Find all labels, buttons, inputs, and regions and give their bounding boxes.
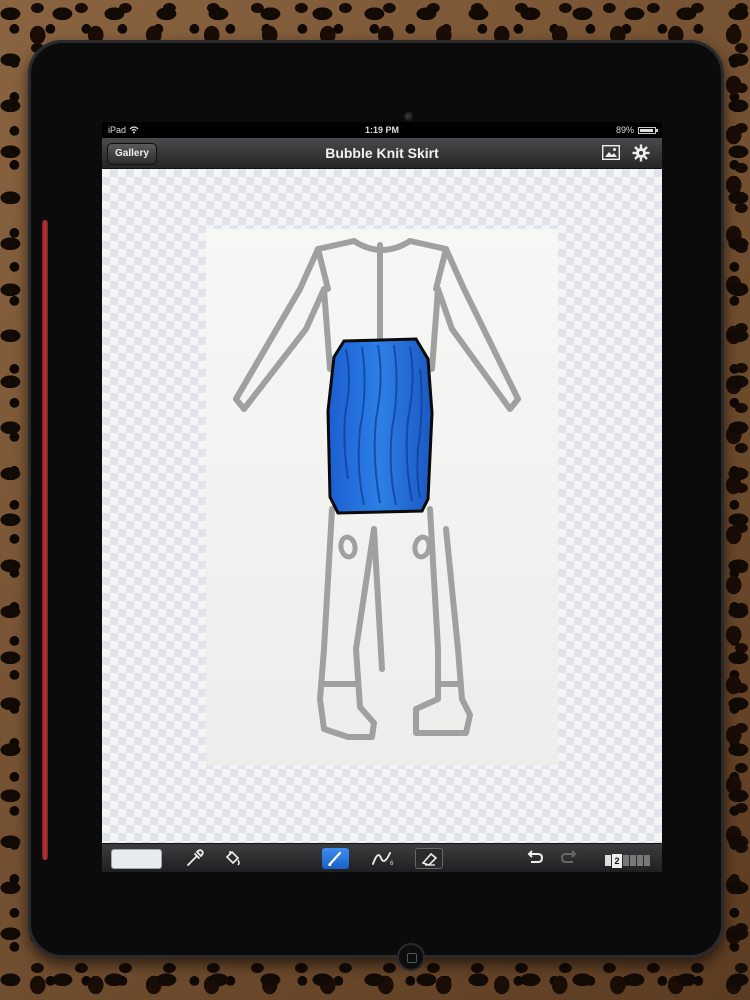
status-time: 1:19 PM <box>364 125 399 135</box>
status-battery: 89% <box>615 122 658 138</box>
home-button[interactable] <box>397 943 425 971</box>
knee-marks <box>338 534 432 560</box>
brush-tool-button[interactable] <box>322 848 349 869</box>
layer-slot <box>623 855 629 866</box>
battery-percent: 89% <box>615 125 634 135</box>
image-icon[interactable] <box>602 145 620 160</box>
app-screen: iPad 1:19 PM 89% Bubble Knit Skirt Galle… <box>102 122 662 872</box>
paint-bucket-icon[interactable] <box>222 848 242 869</box>
battery-icon <box>638 126 658 134</box>
undo-icon[interactable] <box>526 848 544 869</box>
camera-icon <box>404 112 414 122</box>
eyedropper-icon[interactable] <box>184 848 204 869</box>
layer-slot <box>637 855 643 866</box>
color-swatch-button[interactable] <box>111 849 162 869</box>
layer-count: 2 <box>612 853 622 868</box>
layers-button[interactable]: 2 <box>604 850 650 871</box>
drawing-canvas[interactable] <box>102 169 662 843</box>
navigation-bar: Bubble Knit Skirt Gallery <box>102 138 662 169</box>
figure-drawing <box>233 238 521 740</box>
brush-icon <box>328 851 342 866</box>
eraser-tool-button[interactable] <box>415 848 443 869</box>
smart-cover-edge <box>42 220 48 860</box>
gallery-button[interactable]: Gallery <box>107 143 157 165</box>
status-bar: iPad 1:19 PM 89% <box>102 122 662 138</box>
layers-icon <box>605 855 611 866</box>
eraser-icon <box>421 852 438 866</box>
layer-slot <box>630 855 636 866</box>
gear-icon[interactable] <box>632 144 650 162</box>
croquis-sketch <box>206 229 558 765</box>
redo-icon[interactable] <box>560 848 578 869</box>
layer-slot <box>644 855 650 866</box>
brush-size-label: 6 <box>390 861 394 867</box>
bottom-toolbar: 6 2 <box>102 843 662 872</box>
document-title: Bubble Knit Skirt <box>325 145 439 161</box>
